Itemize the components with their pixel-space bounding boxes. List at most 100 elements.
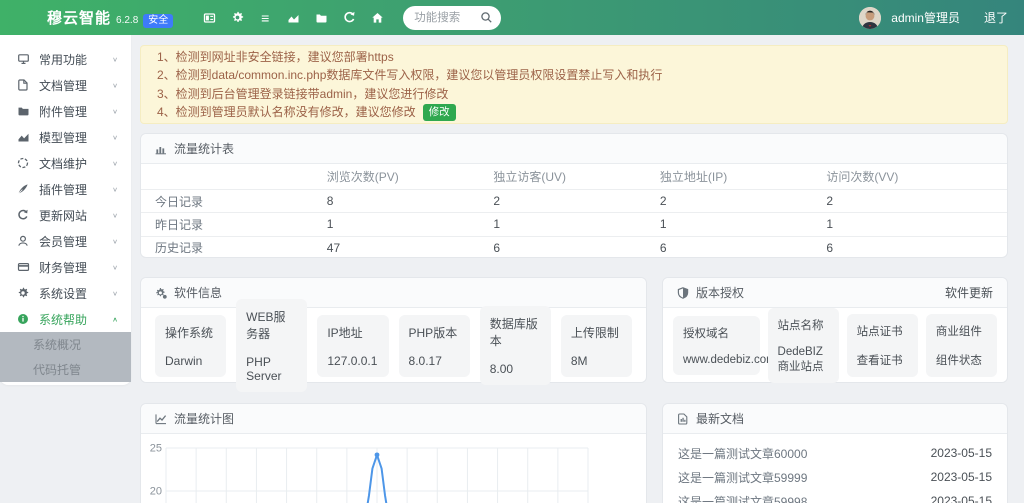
cell-value: 2 xyxy=(826,194,993,208)
doc-title-link[interactable]: 这是一篇测试文章59998 xyxy=(678,493,807,503)
home-icon[interactable] xyxy=(363,7,391,29)
info-value: Darwin xyxy=(165,354,216,368)
cell-value: 6 xyxy=(493,241,660,255)
table-row: 今日记录 8 2 2 2 xyxy=(141,189,1007,212)
chart-icon xyxy=(16,131,30,143)
chevron-up-icon: ∧ xyxy=(112,315,118,322)
sidebar-item-label: 财务管理 xyxy=(39,259,87,276)
info-box-php: PHP版本 8.0.17 xyxy=(399,315,470,377)
sidebar-item-common[interactable]: 常用功能 ∨ xyxy=(0,46,131,72)
menu-icon[interactable]: ≡ xyxy=(251,7,279,29)
cell-value: 2 xyxy=(660,194,827,208)
chevron-down-icon: ∨ xyxy=(112,211,118,218)
avatar[interactable] xyxy=(859,7,881,29)
table-header-cell: 独立地址(IP) xyxy=(660,168,827,185)
line-chart-icon xyxy=(155,413,167,425)
traffic-stats-panel: 流量统计表 浏览次数(PV) 独立访客(UV) 独立地址(IP) 访问次数(VV… xyxy=(140,133,1008,258)
sidebar-item-settings[interactable]: 系统设置 ∨ xyxy=(0,280,131,306)
sidebar-item-maintenance[interactable]: 文档维护 ∨ xyxy=(0,150,131,176)
chevron-down-icon: ∨ xyxy=(112,55,118,62)
topbar-user-area: admin管理员 退了 xyxy=(859,7,1008,29)
info-label: PHP版本 xyxy=(409,324,460,341)
chevron-down-icon: ∨ xyxy=(112,185,118,192)
brand: 穆云智能 6.2.8 安全 xyxy=(47,7,173,28)
submenu-item-overview[interactable]: 系统概况 xyxy=(0,332,131,357)
sidebar-item-label: 模型管理 xyxy=(39,129,87,146)
info-label: 操作系统 xyxy=(165,324,216,341)
sidebar-item-models[interactable]: 模型管理 ∨ xyxy=(0,124,131,150)
main-content: 1、检测到网址非安全链接，建议您部署https 2、检测到data/common… xyxy=(140,45,1008,503)
table-header-cell: 浏览次数(PV) xyxy=(327,168,494,185)
sidebar-item-attachments[interactable]: 附件管理 ∨ xyxy=(0,98,131,124)
alert-text: 1、检测到网址非安全链接，建议您部署https xyxy=(157,48,394,67)
traffic-chart-panel: 流量统计图 2520 xyxy=(140,403,647,503)
info-label: IP地址 xyxy=(327,324,378,341)
sidebar-item-update-site[interactable]: 更新网站 ∨ xyxy=(0,202,131,228)
panel-header: 版本授权 软件更新 xyxy=(663,278,1007,308)
refresh-icon[interactable] xyxy=(335,7,363,29)
user-icon xyxy=(16,235,30,247)
table-header-row: 浏览次数(PV) 独立访客(UV) 独立地址(IP) 访问次数(VV) xyxy=(141,164,1007,189)
sidebar-item-documents[interactable]: 文档管理 ∨ xyxy=(0,72,131,98)
latest-docs-panel: 最新文档 这是一篇测试文章60000 2023-05-15 这是一篇测试文章59… xyxy=(662,403,1008,503)
sidebar-item-label: 插件管理 xyxy=(39,181,87,198)
info-box-webserver: WEB服务器 PHP Server xyxy=(236,299,307,392)
software-update-link[interactable]: 软件更新 xyxy=(945,284,993,301)
bottom-row: 流量统计图 2520 最新文档 这是一篇测试文章60000 2023-05-15… xyxy=(140,403,1008,503)
info-box-ip: IP地址 127.0.0.1 xyxy=(317,315,388,377)
info-box-os: 操作系统 Darwin xyxy=(155,315,226,377)
folder-icon[interactable] xyxy=(307,7,335,29)
license-box-domain: 授权域名 www.dedebiz.com xyxy=(673,316,760,375)
fix-button[interactable]: 修改 xyxy=(423,104,456,121)
component-status-link[interactable]: 组件状态 xyxy=(936,352,987,368)
license-label: 商业组件 xyxy=(936,323,987,339)
license-value: www.dedebiz.com xyxy=(683,354,750,366)
sidebar-item-members[interactable]: 会员管理 ∨ xyxy=(0,228,131,254)
panel-title: 版本授权 xyxy=(696,284,744,301)
info-value: 127.0.0.1 xyxy=(327,354,378,368)
doc-title-link[interactable]: 这是一篇测试文章60000 xyxy=(678,445,807,462)
sidebar-item-help[interactable]: 系统帮助 ∧ xyxy=(0,306,131,332)
cell-value: 1 xyxy=(660,217,827,231)
panel-icon[interactable] xyxy=(195,7,223,29)
chevron-down-icon: ∨ xyxy=(112,237,118,244)
chevron-down-icon: ∨ xyxy=(112,159,118,166)
row-label: 昨日记录 xyxy=(155,216,327,233)
search-box xyxy=(403,6,501,30)
alert-line: 1、检测到网址非安全链接，建议您部署https xyxy=(157,48,991,67)
topbar: 穆云智能 6.2.8 安全 ≡ admin管理员 xyxy=(0,0,1024,35)
file-icon xyxy=(16,79,30,91)
plugin-icon xyxy=(16,183,30,195)
panel-header: 软件信息 xyxy=(141,278,646,308)
sidebar-item-plugins[interactable]: 插件管理 ∨ xyxy=(0,176,131,202)
sidebar-item-label: 系统设置 xyxy=(39,285,87,302)
sidebar-item-finance[interactable]: 财务管理 ∨ xyxy=(0,254,131,280)
display-icon xyxy=(16,53,30,65)
row-label: 历史记录 xyxy=(155,239,327,256)
search-icon[interactable] xyxy=(480,11,493,27)
table-row: 历史记录 47 6 6 6 xyxy=(141,236,1007,259)
table-header-cell: 访问次数(VV) xyxy=(826,168,993,185)
sidebar-item-label: 文档维护 xyxy=(39,155,87,172)
doc-title-link[interactable]: 这是一篇测试文章59999 xyxy=(678,469,807,486)
list-item: 这是一篇测试文章60000 2023-05-15 xyxy=(678,441,992,465)
submenu-item-code-hosting[interactable]: 代码托管 xyxy=(0,357,131,382)
doc-date: 2023-05-15 xyxy=(931,494,992,503)
circle-icon xyxy=(16,157,30,169)
table-header-cell: 独立访客(UV) xyxy=(493,168,660,185)
document-icon xyxy=(677,413,689,425)
area-chart-icon[interactable] xyxy=(279,7,307,29)
doc-date: 2023-05-15 xyxy=(931,446,992,460)
license-box-cert: 站点证书 查看证书 xyxy=(847,314,918,377)
view-cert-link[interactable]: 查看证书 xyxy=(857,352,908,368)
sidebar: 常用功能 ∨ 文档管理 ∨ 附件管理 ∨ 模型管理 ∨ 文档维护 ∨ 插件管理 … xyxy=(0,35,131,385)
panel-title: 软件信息 xyxy=(174,284,222,301)
logout-link[interactable]: 退了 xyxy=(984,9,1008,26)
traffic-chart: 2520 xyxy=(141,434,646,503)
security-badge[interactable]: 安全 xyxy=(143,14,173,28)
user-name[interactable]: admin管理员 xyxy=(891,9,960,26)
license-label: 站点证书 xyxy=(857,323,908,339)
sidebar-item-label: 系统帮助 xyxy=(39,311,87,328)
info-value: 8.0.17 xyxy=(409,354,460,368)
gear-icon[interactable] xyxy=(223,7,251,29)
